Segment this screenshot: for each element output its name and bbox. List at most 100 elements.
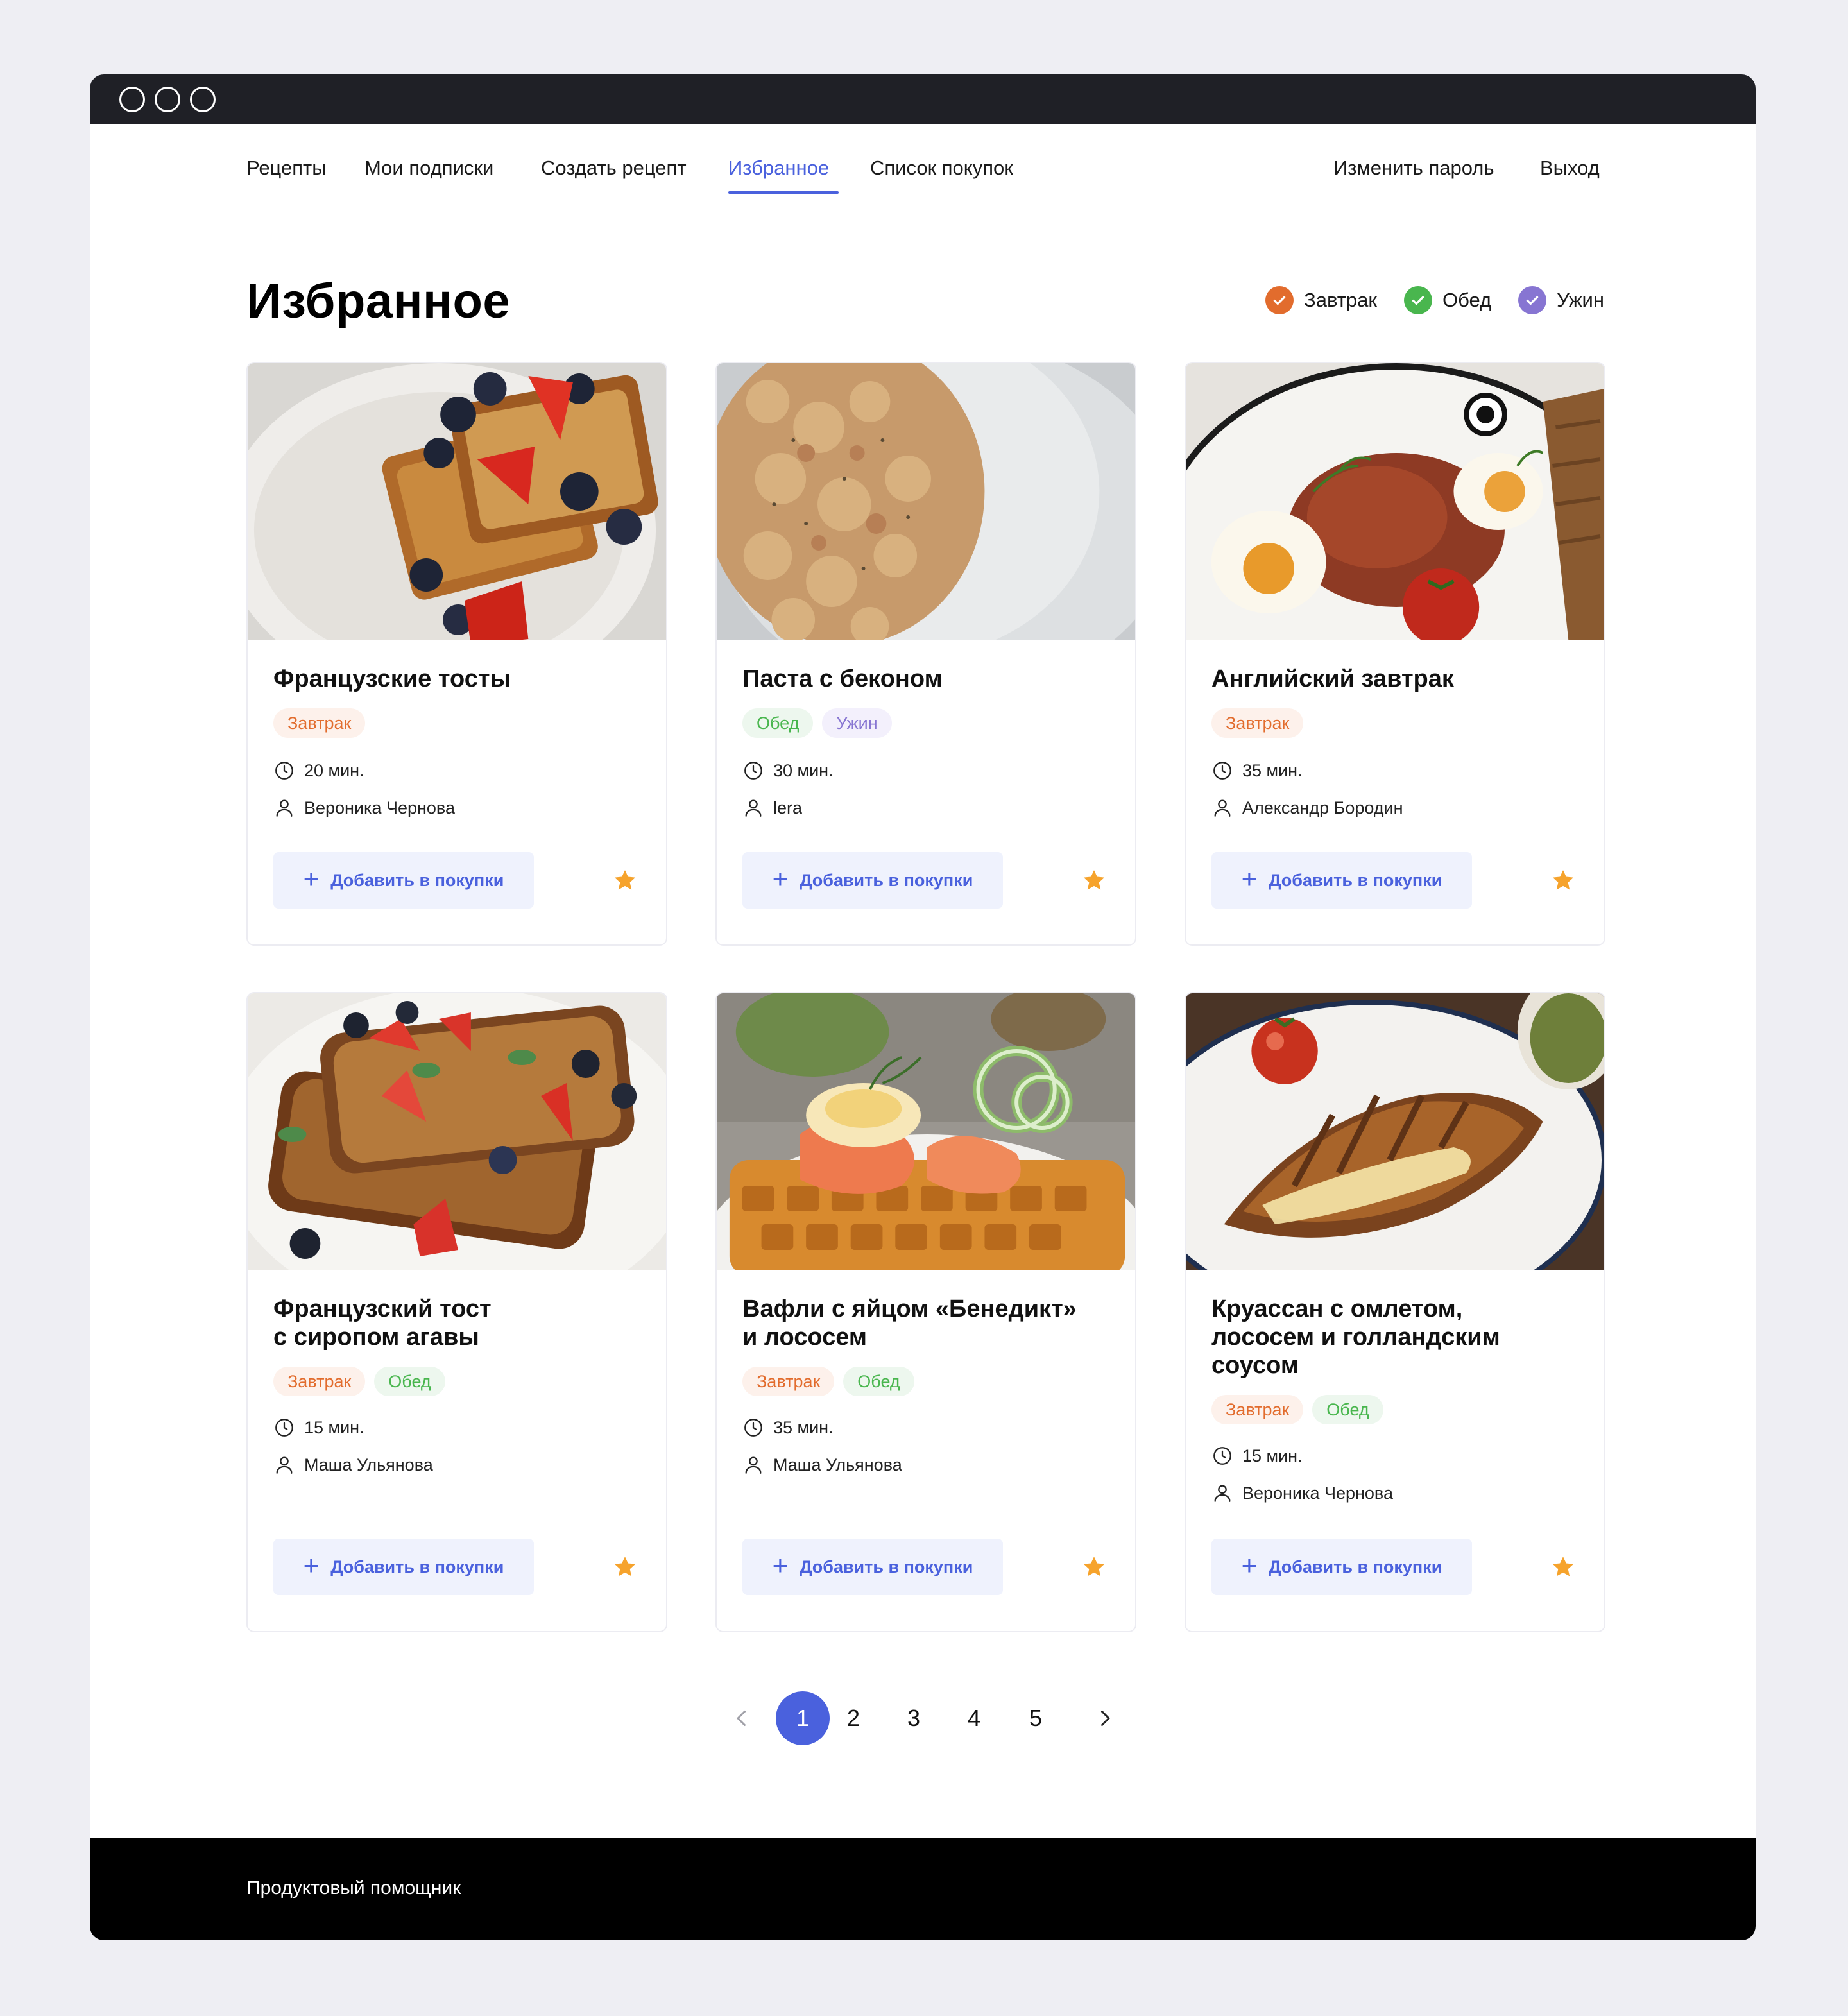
recipe-time-text: 15 мин. [1242,1446,1303,1465]
recipe-image[interactable] [1186,363,1604,640]
add-to-shopping-button[interactable]: + Добавить в покупки [273,852,534,909]
recipe-card[interactable]: Круассан с омлетом, лососем и голландски… [1185,992,1605,1632]
filter-breakfast[interactable]: Завтрак [1265,286,1377,314]
plus-icon: + [772,1550,789,1580]
page-title: Избранное [246,274,511,329]
star-icon[interactable] [1550,867,1576,893]
recipe-author-text[interactable]: Вероника Чернова [304,798,455,818]
filter-label: Ужин [1557,289,1604,311]
plus-icon: + [772,864,789,894]
clock-icon [1213,1447,1231,1465]
add-to-shopping-button[interactable]: + Добавить в покупки [1211,1539,1472,1595]
recipe-tags: Завтрак Обед [1211,1395,1383,1424]
tag-breakfast: Завтрак [1211,708,1304,738]
nav-change-password[interactable]: Изменить пароль [1333,157,1494,180]
nav-favorites[interactable]: Избранное [728,157,829,180]
clock-icon [744,762,762,780]
add-to-shopping-button[interactable]: + Добавить в покупки [742,1539,1003,1595]
plus-icon: + [1241,1550,1258,1580]
star-icon[interactable] [1081,867,1107,893]
page-2[interactable]: 2 [841,1691,866,1745]
add-to-shopping-label: Добавить в покупки [1269,870,1442,890]
recipe-time-text: 35 мин. [773,1417,834,1437]
clock-icon [275,762,293,780]
recipe-title[interactable]: Французские тосты [273,665,646,693]
recipe-title[interactable]: Паста с беконом [742,665,1115,693]
recipe-title[interactable]: Английский завтрак [1211,665,1584,693]
recipe-tags: Завтрак Обед [742,1367,914,1396]
user-icon [1214,799,1231,817]
star-icon[interactable] [612,867,638,893]
filter-label: Обед [1442,289,1492,311]
star-icon[interactable] [1550,1554,1576,1580]
recipe-time: 30 мин. [742,760,834,782]
page-5[interactable]: 5 [1023,1691,1048,1745]
nav-logout[interactable]: Выход [1540,157,1600,180]
window-control-circle[interactable] [119,87,145,112]
recipe-image[interactable] [717,363,1135,640]
nav-create-recipe[interactable]: Создать рецепт [541,157,687,180]
recipe-time-text: 15 мин. [304,1417,364,1437]
recipe-title[interactable]: Французский тост с сиропом агавы [273,1295,646,1351]
footer-brand[interactable]: Продуктовый помощник [246,1877,461,1899]
page-1[interactable]: 1 [776,1691,830,1745]
user-icon [1214,1485,1231,1502]
recipe-card[interactable]: Французский тост с сиропом агавы Завтрак… [246,992,667,1632]
chevron-right-icon[interactable] [1093,1707,1116,1730]
recipe-author-text[interactable]: lera [773,798,802,818]
page-4[interactable]: 4 [961,1691,987,1745]
add-to-shopping-label: Добавить в покупки [800,870,973,890]
star-icon[interactable] [612,1554,638,1580]
window-control-circle[interactable] [190,87,216,112]
filter-label: Завтрак [1303,289,1377,311]
add-to-shopping-button[interactable]: + Добавить в покупки [742,852,1003,909]
recipe-time: 20 мин. [273,760,364,782]
add-to-shopping-button[interactable]: + Добавить в покупки [273,1539,534,1595]
tag-lunch: Обед [742,708,814,738]
add-to-shopping-label: Добавить в покупки [800,1557,973,1576]
recipe-image[interactable] [248,993,666,1270]
recipe-author-text[interactable]: Маша Ульянова [773,1455,902,1475]
add-to-shopping-label: Добавить в покупки [1269,1557,1442,1576]
browser-window: Рецепты Мои подписки Создать рецепт Избр… [90,74,1756,1940]
recipe-title[interactable]: Круассан с омлетом, лососем и голландски… [1211,1295,1584,1380]
recipe-card[interactable]: Вафли с яйцом «Бенедикт» и лососем Завтр… [715,992,1136,1632]
recipe-image[interactable] [248,363,666,640]
recipe-tags: Завтрак Обед [273,1367,445,1396]
window-control-circle[interactable] [155,87,180,112]
page-3[interactable]: 3 [901,1691,927,1745]
add-to-shopping-label: Добавить в покупки [330,870,504,890]
meal-filters: Завтрак Обед Ужин [1265,286,1604,314]
pagination: 1 2 3 4 5 [90,1691,1756,1749]
recipe-author-text[interactable]: Вероника Чернова [1242,1483,1393,1503]
check-icon [1265,286,1294,314]
recipe-author: Маша Ульянова [273,1454,433,1476]
plus-icon: + [303,864,320,894]
clock-icon [275,1419,293,1437]
recipe-author: lera [742,797,802,819]
recipe-author-text[interactable]: Александр Бородин [1242,798,1403,818]
add-to-shopping-button[interactable]: + Добавить в покупки [1211,852,1472,909]
tag-lunch: Обед [374,1367,445,1396]
chevron-left-icon[interactable] [730,1707,753,1730]
tag-lunch: Обед [1312,1395,1383,1424]
star-icon[interactable] [1081,1554,1107,1580]
recipe-image[interactable] [1186,993,1604,1270]
recipe-title[interactable]: Вафли с яйцом «Бенедикт» и лососем [742,1295,1115,1351]
footer: Продуктовый помощник [90,1838,1756,1940]
recipe-time: 15 мин. [273,1417,364,1439]
nav-subscriptions[interactable]: Мои подписки [364,157,493,180]
nav-shopping-list[interactable]: Список покупок [870,157,1013,180]
nav-recipes[interactable]: Рецепты [246,157,326,180]
recipe-image[interactable] [717,993,1135,1270]
add-to-shopping-label: Добавить в покупки [330,1557,504,1576]
filter-dinner[interactable]: Ужин [1518,286,1604,314]
recipe-card[interactable]: Паста с беконом Обед Ужин 30 мин. lera +… [715,362,1136,946]
recipe-author-text[interactable]: Маша Ульянова [304,1455,433,1475]
filter-lunch[interactable]: Обед [1403,286,1492,314]
tag-dinner: Ужин [822,708,892,738]
recipe-card[interactable]: Французские тосты Завтрак 20 мин. Верони… [246,362,667,946]
clock-icon [744,1419,762,1437]
user-icon [276,799,293,817]
recipe-card[interactable]: Английский завтрак Завтрак 35 мин. Алекс… [1185,362,1605,946]
